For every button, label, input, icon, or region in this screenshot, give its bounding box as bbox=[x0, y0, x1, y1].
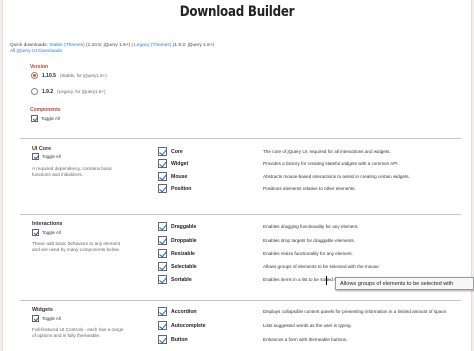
component-description: Allows groups of elements to be selected… bbox=[263, 264, 380, 269]
stable-themes-link[interactable]: Stable (Themes) bbox=[49, 43, 84, 48]
version-note: (Stable, for jQuery1.6+) bbox=[59, 73, 107, 78]
toggle-all-label: Toggle All bbox=[42, 230, 61, 235]
component-description: Enhances a form with themeable buttons. bbox=[263, 337, 348, 342]
component-name: Core bbox=[171, 148, 183, 155]
component-description: Enables dragging functionality for any e… bbox=[263, 224, 359, 229]
toggle-all-label: Toggle All bbox=[41, 116, 60, 121]
component-description: Enables resize functionality for any ele… bbox=[263, 251, 353, 256]
components-heading: Components bbox=[30, 107, 61, 113]
component-row-autocomplete[interactable]: Autocomplete Lists suggested words as th… bbox=[158, 320, 474, 331]
legacy-version-text: (1.9.2: jQuery 1.6+) bbox=[172, 43, 215, 48]
toggle-all-checkbox[interactable] bbox=[31, 115, 38, 122]
version-heading: Version bbox=[30, 64, 49, 70]
version-value: 1.10.5 bbox=[42, 72, 56, 79]
section-description: These add basic behaviors to any element… bbox=[32, 241, 121, 253]
widgets-toggle-all[interactable]: Toggle All bbox=[32, 315, 61, 322]
component-row-core[interactable]: Core The core of jQuery UI, required for… bbox=[158, 146, 474, 157]
link-separator: | bbox=[131, 43, 133, 48]
radio-button[interactable] bbox=[31, 88, 38, 95]
component-name: Accordion bbox=[171, 308, 197, 315]
component-row-accordion[interactable]: Accordion Displays collapsible content p… bbox=[158, 306, 474, 317]
all-downloads-link[interactable]: All jQuery UI Downloads bbox=[10, 49, 62, 54]
component-name: Autocomplete bbox=[171, 322, 206, 329]
component-description: The core of jQuery UI, required for all … bbox=[263, 149, 391, 154]
component-row-droppable[interactable]: Droppable Enables drop targets for dragg… bbox=[158, 235, 474, 246]
toggle-all-checkbox[interactable] bbox=[32, 153, 39, 160]
section-title: Interactions bbox=[32, 221, 63, 227]
stable-version-text: (1.10.5: jQuery 1.6+) bbox=[86, 43, 131, 48]
component-name: Draggable bbox=[171, 223, 197, 230]
toggle-all-checkbox[interactable] bbox=[32, 229, 39, 236]
ui-core-toggle-all[interactable]: Toggle All bbox=[32, 153, 61, 160]
component-description: Lists suggested words as the user is typ… bbox=[263, 323, 352, 328]
mouse-cursor-icon bbox=[326, 276, 327, 285]
component-row-button[interactable]: Button Enhances a form with themeable bu… bbox=[158, 334, 474, 345]
component-description: Positions elements relative to other ele… bbox=[263, 186, 356, 191]
component-name: Mouse bbox=[171, 173, 188, 180]
component-checkbox[interactable] bbox=[158, 222, 167, 231]
legacy-themes-link[interactable]: Legacy (Themes) bbox=[134, 43, 171, 48]
component-name: Selectable bbox=[171, 263, 197, 270]
components-toggle-all[interactable]: Toggle All bbox=[31, 115, 60, 122]
radio-button-selected[interactable] bbox=[31, 72, 38, 79]
component-row-selectable[interactable]: Selectable Allows groups of elements to … bbox=[158, 261, 474, 272]
component-description: Displays collapsible content panels for … bbox=[263, 309, 448, 314]
component-name: Resizable bbox=[171, 250, 195, 257]
version-option-1-9-2[interactable]: 1.9.2 (Legacy, for jQuery1.6+) bbox=[31, 88, 105, 95]
component-name: Droppable bbox=[171, 237, 197, 244]
component-description: Provides a factory for creating stateful… bbox=[263, 161, 399, 166]
component-row-draggable[interactable]: Draggable Enables dragging functionality… bbox=[158, 221, 474, 232]
left-page-edge bbox=[0, 0, 3, 351]
toggle-all-label: Toggle All bbox=[42, 154, 61, 159]
section-widgets: Widgets Toggle All Full-featured UI Cont… bbox=[20, 300, 461, 351]
component-row-widget[interactable]: Widget Provides a factory for creating s… bbox=[158, 158, 474, 169]
component-checkbox[interactable] bbox=[158, 159, 167, 168]
component-checkbox[interactable] bbox=[158, 172, 167, 181]
quick-downloads-label: Quick downloads: bbox=[10, 43, 48, 48]
quick-downloads: Quick downloads: Stable (Themes) (1.10.5… bbox=[10, 43, 214, 55]
interactions-toggle-all[interactable]: Toggle All bbox=[32, 229, 61, 236]
toggle-all-checkbox[interactable] bbox=[32, 315, 39, 322]
section-ui-core: UI Core Toggle All A required dependency… bbox=[20, 138, 461, 202]
section-title: UI Core bbox=[32, 146, 52, 152]
component-description: Abstracts mouse-based interactions to as… bbox=[263, 174, 410, 179]
component-name: Sortable bbox=[171, 276, 192, 283]
component-name: Position bbox=[171, 185, 192, 192]
component-row-position[interactable]: Position Positions elements relative to … bbox=[158, 183, 474, 194]
component-checkbox[interactable] bbox=[158, 275, 167, 284]
section-description: Full-featured UI Controls - each has a r… bbox=[32, 327, 124, 339]
tooltip: Allows groups of elements to be selected… bbox=[335, 277, 474, 290]
component-checkbox[interactable] bbox=[158, 147, 167, 156]
component-description: Enables drop targets for draggable eleme… bbox=[263, 238, 355, 243]
component-checkbox[interactable] bbox=[158, 184, 167, 193]
component-checkbox[interactable] bbox=[158, 249, 167, 258]
component-row-mouse[interactable]: Mouse Abstracts mouse-based interactions… bbox=[158, 171, 474, 182]
component-checkbox[interactable] bbox=[158, 321, 167, 330]
version-value: 1.9.2 bbox=[42, 88, 54, 95]
component-row-resizable[interactable]: Resizable Enables resize functionality f… bbox=[158, 248, 474, 259]
section-description: A required dependency, contains basic fu… bbox=[32, 166, 113, 178]
version-option-1-10-5[interactable]: 1.10.5 (Stable, for jQuery1.6+) bbox=[31, 72, 107, 79]
component-checkbox[interactable] bbox=[158, 262, 167, 271]
download-builder-page: Download Builder Quick downloads: Stable… bbox=[0, 0, 474, 351]
component-checkbox[interactable] bbox=[158, 307, 167, 316]
section-title: Widgets bbox=[32, 307, 53, 313]
component-checkbox[interactable] bbox=[158, 236, 167, 245]
component-name: Widget bbox=[171, 160, 189, 167]
toggle-all-label: Toggle All bbox=[42, 316, 61, 321]
component-name: Button bbox=[171, 336, 188, 343]
page-title: Download Builder bbox=[179, 4, 295, 20]
component-checkbox[interactable] bbox=[158, 335, 167, 344]
version-note: (Legacy, for jQuery1.6+) bbox=[57, 89, 106, 94]
